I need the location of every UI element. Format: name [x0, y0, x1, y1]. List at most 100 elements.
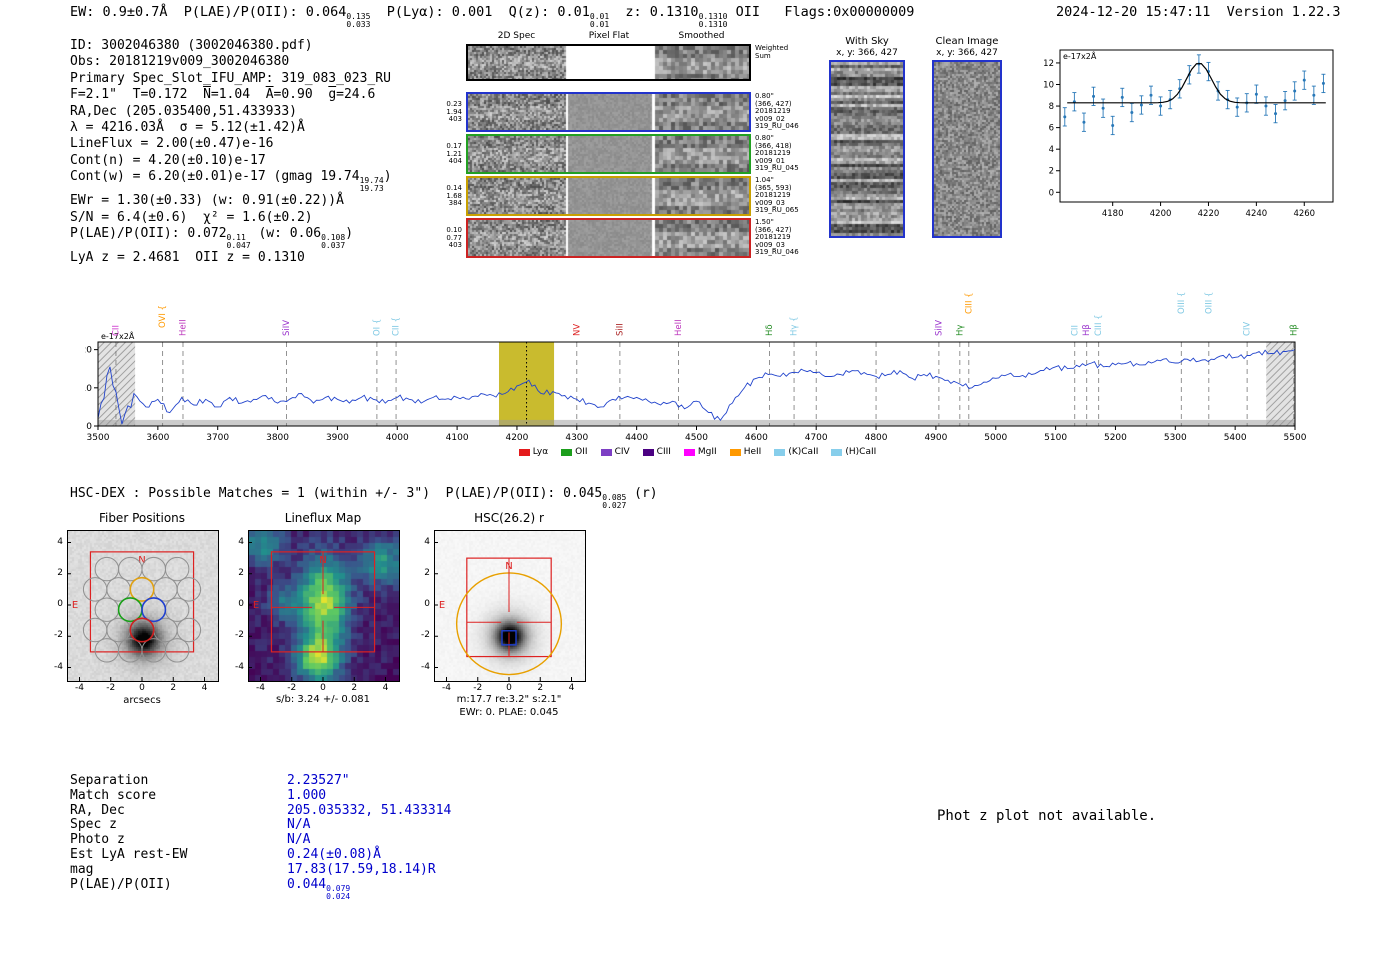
info-line: Cont(n) = 4.20(±0.10)e-17	[70, 153, 392, 169]
text-segment: =24.6	[336, 87, 376, 103]
y-tick-label: -4	[421, 661, 430, 672]
with-sky-xy: x, y: 366, 427	[836, 48, 898, 58]
text-segment: OII Flags:0x00000009	[727, 4, 915, 20]
fiber-weight-stack: 0.14 1.68 384	[438, 184, 462, 208]
line-label: Hγ	[955, 325, 965, 336]
spectrum-x-tick: 4500	[685, 433, 708, 443]
panel-title-lineflux-map: Lineflux Map	[284, 511, 362, 525]
spectrum-frame	[97, 341, 1296, 427]
inset-data-point	[1283, 91, 1288, 111]
text-segment: )	[345, 226, 354, 242]
panel-fiber-positions: N E -4 -4 -2 -2 0 0 2 2 4 4	[54, 530, 219, 693]
spectrum-x-tick: 5400	[1224, 433, 1247, 443]
info-line: LineFlux = 2.00(±0.47)e-16	[70, 136, 392, 152]
spectrum-x-tick: 3800	[266, 433, 289, 443]
fiber-annotation: 1.50" (366, 427) 20181219 v009_03 319_RU_046	[755, 218, 803, 257]
col-header-smoothed: Smoothed	[678, 31, 725, 41]
text-segment: 205.035332, 51.433314	[287, 802, 452, 818]
inset-unit-label: e-17x2Å	[1063, 50, 1097, 61]
legend-item: MgII	[683, 447, 717, 457]
fiber-annotation: 0.80" (366, 427) 20181219 v009_02 319_RU_046	[755, 92, 803, 131]
text-segment: ID: 3002046380 (3002046380.pdf)	[70, 38, 313, 53]
inset-y-tick: 0	[1049, 188, 1054, 198]
match-value: 1.000	[287, 788, 326, 803]
stacked-uncertainty: 0.085 0.027	[602, 494, 626, 510]
overlined-text: N	[203, 87, 211, 103]
line-label: SiIV	[934, 320, 944, 336]
panel-hsc-cutout: N E -4 -4 -2 -2 0 0 2 2 4 4	[421, 530, 586, 693]
spectrum-x-tick: 5200	[1104, 433, 1127, 443]
inset-data-point	[1081, 112, 1086, 132]
fiber-2d-row	[466, 134, 751, 174]
line-label: OVI {	[158, 305, 168, 328]
inset-data-point	[1158, 96, 1163, 116]
match-value: 0.24(±0.08)Å	[287, 847, 381, 862]
text-segment: S/N = 6.4(±0.6) χ² = 1.6(±0.2)	[70, 209, 313, 225]
hsc-caption-2: EWr: 0. PLAE: 0.045	[459, 707, 559, 718]
fiber-2d-strip	[468, 220, 749, 256]
y-tick-label: -2	[54, 630, 63, 641]
full-spectrum-plot: 3500 3600 3700 3800 3900 4000 4100 4200 4300 4400…	[85, 292, 1307, 443]
text-segment: Cont(w) = 6.20(±0.01)e-17 (gmag 19.74	[70, 169, 360, 185]
match-row: Photo z N/A	[70, 832, 451, 848]
text-segment: (w: 0.06	[250, 226, 322, 242]
spectrum-x-tick: 4400	[625, 433, 648, 443]
y-tick-label: -2	[235, 630, 244, 641]
text-segment: =0.90	[273, 87, 329, 103]
fiber-weight-value: 384	[448, 199, 462, 208]
uncertainty-lower: 19.73	[359, 184, 384, 194]
fiber-annotation-line: 319_RU_065	[755, 206, 799, 215]
info-line: λ = 4216.03Å σ = 5.12(±1.42)Å	[70, 120, 392, 136]
legend-label: OII	[575, 447, 588, 457]
text-segment: )	[383, 169, 392, 185]
info-line: F=2.1" T=0.172 N=1.04 A=0.90 g=24.6	[70, 87, 392, 103]
inset-x-tick: 4220	[1198, 209, 1220, 219]
y-tick-label: 4	[57, 536, 63, 547]
match-row: mag 17.83(17.59,18.14)R	[70, 861, 451, 878]
inset-x-tick: 4260	[1293, 209, 1315, 219]
text-segment: 17.83(17.59,18.14)R	[287, 861, 436, 877]
x-tick-label: -2	[473, 683, 483, 693]
x-tick-label: -4	[75, 683, 84, 693]
spectrum-x-tick: 4700	[805, 433, 828, 443]
legend-label: MgII	[697, 447, 717, 457]
inset-fit-curve	[1067, 62, 1326, 104]
info-line: Cont(w) = 6.20(±0.01)e-17 (gmag 19.74 19.…	[70, 169, 392, 193]
legend-swatch	[561, 448, 573, 456]
line-label: Hβ	[1082, 324, 1092, 336]
legend-label: HeII	[743, 447, 762, 457]
text-segment: HSC-DEX : Possible Matches = 1 (within +…	[70, 486, 603, 501]
line-label: CIII {	[964, 292, 974, 314]
spectrum-x-tick: 3900	[326, 433, 349, 443]
clean-image	[934, 62, 1000, 236]
line-label: NV	[572, 324, 582, 336]
legend-item: OII	[561, 447, 588, 457]
legend-swatch	[774, 448, 786, 456]
uncertainty-lower: 0.1310	[698, 20, 728, 29]
inset-y-tick: 10	[1043, 80, 1054, 90]
match-label: mag	[70, 861, 94, 877]
stacked-uncertainty: 0.11 0.047	[227, 234, 251, 250]
inset-data-point	[1129, 102, 1134, 123]
text-segment: Primary Spec_Slot_IFU_AMP: 319_083_023_R…	[70, 70, 391, 86]
text-segment: EWr = 1.30(±0.33) (w: 0.91(±0.22))Å	[70, 193, 344, 209]
inset-data-point	[1139, 95, 1144, 115]
match-value: 17.83(17.59,18.14)R	[287, 862, 436, 877]
legend-item: CIV	[600, 447, 630, 457]
line-label: HeII	[178, 319, 188, 336]
legend-label: (K)CaII	[788, 447, 819, 457]
with-sky-title: With Sky	[845, 36, 889, 47]
with-sky-image	[831, 62, 903, 236]
x-tick-label: -2	[106, 683, 116, 693]
spectrum-x-tick: 4900	[924, 433, 947, 443]
timestamp-version: 2024-12-20 15:47:11 Version 1.22.3	[1056, 4, 1341, 20]
line-label: CII {	[392, 317, 402, 336]
lineflux-caption: s/b: 3.24 +/- 0.081	[275, 694, 371, 705]
legend-item: (H)CaII	[831, 447, 876, 457]
spectrum-x-tick: 4600	[745, 433, 768, 443]
line-label: CII	[111, 325, 121, 336]
fiber-weight-stack: 0.23 1.94 403	[438, 100, 462, 124]
fiber-weight-stack: 0.10 0.77 403	[438, 226, 462, 250]
inset-y-tick: 12	[1043, 59, 1054, 69]
header-stats-line: EW: 0.9±0.7Å P(LAE)/P(OII): 0.064 0.135 0.…	[70, 4, 914, 29]
